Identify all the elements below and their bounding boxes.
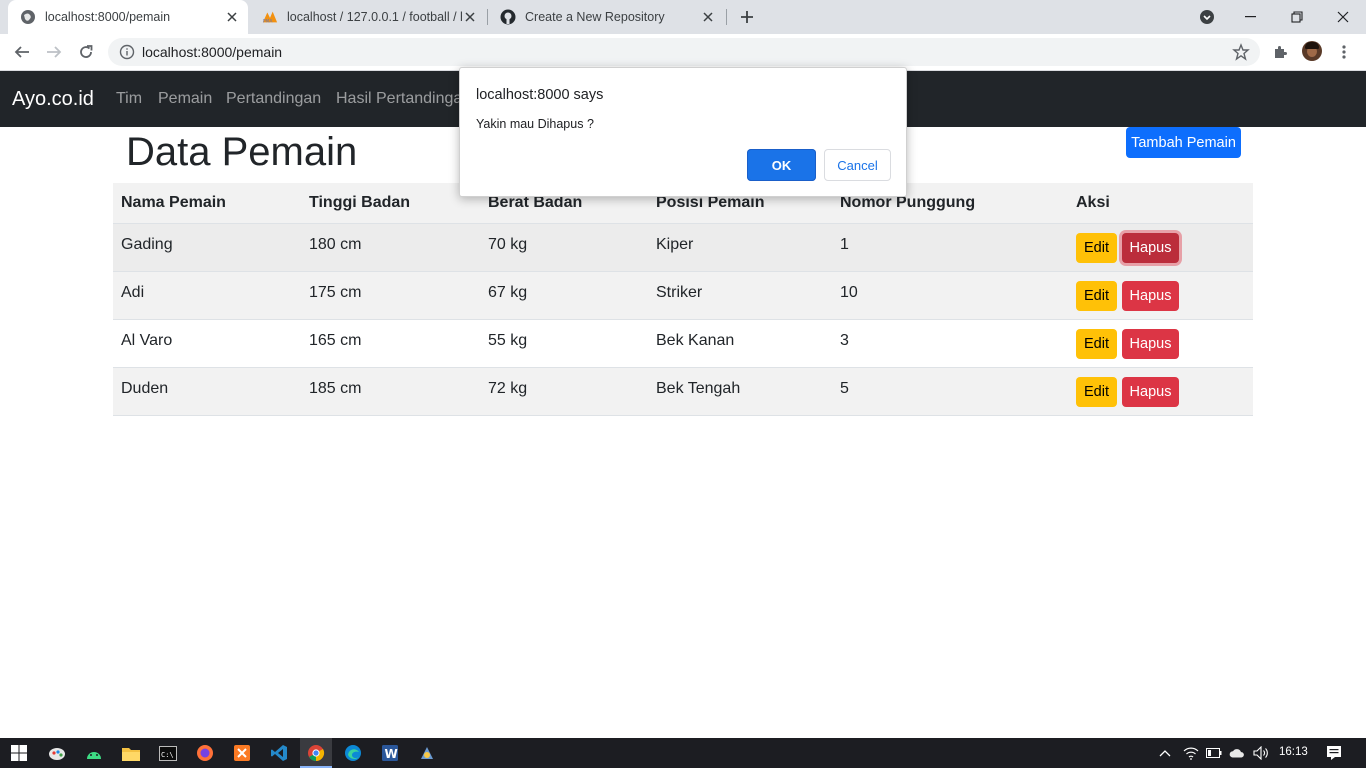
- firefox-icon[interactable]: [195, 743, 215, 763]
- dialog-ok-button[interactable]: OK: [747, 149, 816, 181]
- cell-nomor: 10: [832, 271, 1068, 320]
- cell-tinggi: 165 cm: [301, 319, 480, 368]
- cell-tinggi: 185 cm: [301, 367, 480, 416]
- chevron-up-icon[interactable]: [1157, 745, 1173, 761]
- minimize-icon[interactable]: [1228, 0, 1274, 34]
- tab-title: localhost:8000/pemain: [45, 10, 171, 24]
- extensions-icon[interactable]: [1268, 40, 1292, 64]
- nav-link-pemain[interactable]: Pemain: [158, 90, 212, 108]
- paint-3d-icon[interactable]: [417, 743, 437, 763]
- android-studio-icon[interactable]: [84, 743, 104, 763]
- cell-berat: 72 kg: [480, 367, 648, 416]
- url-text: localhost:8000/pemain: [142, 44, 283, 60]
- tab-title: localhost / 127.0.0.1 / football / h: [287, 10, 462, 24]
- edit-button[interactable]: Edit: [1076, 377, 1117, 407]
- info-icon[interactable]: [119, 44, 135, 60]
- cell-posisi: Striker: [648, 271, 832, 320]
- browser-toolbar: localhost:8000/pemain: [0, 34, 1366, 71]
- delete-button[interactable]: Hapus: [1122, 377, 1179, 407]
- wifi-icon[interactable]: [1183, 745, 1199, 761]
- cell-nama: Adi: [113, 271, 301, 320]
- onedrive-icon[interactable]: [1229, 745, 1245, 761]
- tab-separator: [726, 9, 727, 25]
- forward-icon[interactable]: [42, 40, 66, 64]
- close-tab-icon[interactable]: [224, 9, 240, 25]
- battery-icon[interactable]: [1206, 745, 1222, 761]
- reload-icon[interactable]: [74, 40, 98, 64]
- cell-posisi: Bek Kanan: [648, 319, 832, 368]
- dialog-title: localhost:8000 says: [476, 87, 604, 103]
- page-title: Data Pemain: [126, 130, 358, 174]
- back-icon[interactable]: [10, 40, 34, 64]
- file-explorer-icon[interactable]: [121, 743, 141, 763]
- cell-tinggi: 175 cm: [301, 271, 480, 320]
- cell-nomor: 3: [832, 319, 1068, 368]
- xampp-icon[interactable]: [232, 743, 252, 763]
- cell-nomor: 1: [832, 223, 1068, 272]
- github-icon: [500, 9, 516, 25]
- cell-nomor: 5: [832, 367, 1068, 416]
- confirm-dialog: localhost:8000 says Yakin mau Dihapus ? …: [459, 67, 907, 197]
- navbar-brand[interactable]: Ayo.co.id: [12, 88, 94, 111]
- cell-berat: 67 kg: [480, 271, 648, 320]
- nav-link-pertandingan[interactable]: Pertandingan: [226, 90, 321, 108]
- taskbar-clock[interactable]: 16:13: [1279, 746, 1308, 758]
- restore-icon[interactable]: [1274, 0, 1320, 34]
- terminal-icon[interactable]: C:\: [158, 743, 178, 763]
- edit-button[interactable]: Edit: [1076, 281, 1117, 311]
- avatar-hair: [1305, 42, 1319, 49]
- column-header: Nama Pemain: [113, 183, 301, 224]
- new-tab-icon[interactable]: [737, 7, 757, 27]
- nav-link-hasil-pertandingan[interactable]: Hasil Pertandingan: [336, 90, 471, 108]
- menu-icon[interactable]: [1332, 40, 1356, 64]
- tab-search-icon[interactable]: [1184, 0, 1230, 34]
- close-window-icon[interactable]: [1320, 0, 1366, 34]
- browser-tab-strip: localhost:8000/pemain PMA localhost / 12…: [0, 0, 1366, 34]
- browser-tab[interactable]: PMA localhost / 127.0.0.1 / football / h: [250, 0, 486, 34]
- column-header: Aksi: [1068, 183, 1253, 224]
- svg-text:PMA: PMA: [263, 18, 273, 24]
- browser-tab[interactable]: Create a New Repository: [488, 0, 724, 34]
- browser-tab-active[interactable]: localhost:8000/pemain: [8, 0, 248, 34]
- globe-icon: [20, 9, 36, 25]
- svg-text:C:\: C:\: [161, 751, 174, 759]
- paint-icon[interactable]: [47, 743, 67, 763]
- cell-berat: 55 kg: [480, 319, 648, 368]
- close-tab-icon[interactable]: [700, 9, 716, 25]
- cell-tinggi: 180 cm: [301, 223, 480, 272]
- chrome-icon[interactable]: [306, 743, 326, 763]
- svg-text:W: W: [385, 747, 398, 761]
- notification-icon[interactable]: [1325, 744, 1343, 762]
- volume-icon[interactable]: [1253, 745, 1269, 761]
- edge-icon[interactable]: [343, 743, 363, 763]
- delete-button[interactable]: Hapus: [1122, 281, 1179, 311]
- cell-posisi: Bek Tengah: [648, 367, 832, 416]
- cell-berat: 70 kg: [480, 223, 648, 272]
- column-header: Tinggi Badan: [301, 183, 480, 224]
- cell-nama: Duden: [113, 367, 301, 416]
- cell-posisi: Kiper: [648, 223, 832, 272]
- cell-nama: Gading: [113, 223, 301, 272]
- cell-nama: Al Varo: [113, 319, 301, 368]
- address-bar[interactable]: localhost:8000/pemain: [108, 38, 1260, 66]
- dialog-message: Yakin mau Dihapus ?: [476, 117, 594, 131]
- profile-avatar[interactable]: [1302, 41, 1322, 61]
- edit-button[interactable]: Edit: [1076, 233, 1117, 263]
- windows-taskbar: C:\ W 16:13: [0, 738, 1366, 768]
- word-icon[interactable]: W: [380, 743, 400, 763]
- dialog-cancel-button[interactable]: Cancel: [824, 149, 891, 181]
- nav-link-tim[interactable]: Tim: [116, 90, 142, 108]
- vscode-icon[interactable]: [269, 743, 289, 763]
- edit-button[interactable]: Edit: [1076, 329, 1117, 359]
- delete-button[interactable]: Hapus: [1122, 329, 1179, 359]
- add-player-button[interactable]: Tambah Pemain: [1126, 127, 1241, 158]
- bookmark-star-icon[interactable]: [1232, 43, 1250, 61]
- close-tab-icon[interactable]: [462, 9, 478, 25]
- delete-button[interactable]: Hapus: [1122, 233, 1179, 263]
- tab-title: Create a New Repository: [525, 10, 665, 24]
- phpmyadmin-icon: PMA: [262, 9, 278, 25]
- windows-start-icon[interactable]: [9, 743, 29, 763]
